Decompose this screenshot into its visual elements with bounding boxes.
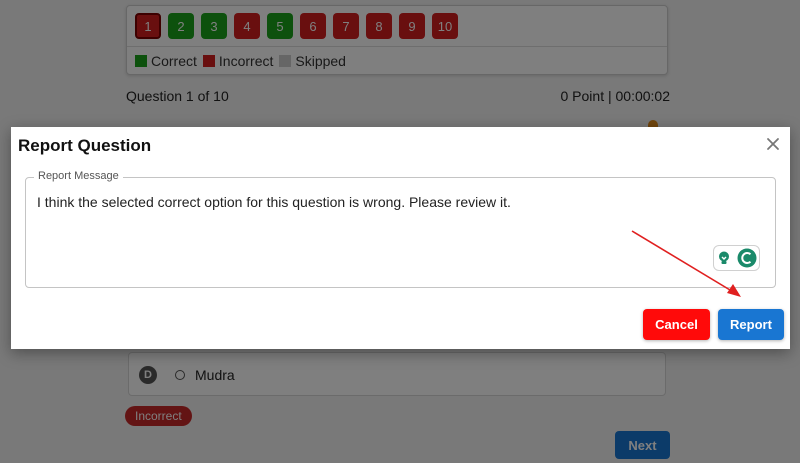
grammar-assistant-icon[interactable]: [737, 248, 757, 268]
report-question-dialog: Report Question Report Message I think t…: [11, 127, 790, 349]
close-icon[interactable]: [765, 136, 781, 152]
dialog-title: Report Question: [18, 136, 152, 155]
writing-assistant-widget[interactable]: [713, 245, 760, 271]
report-message-field[interactable]: Report Message I think the selected corr…: [25, 170, 776, 288]
report-button[interactable]: Report: [718, 309, 784, 340]
cancel-button[interactable]: Cancel: [643, 309, 710, 340]
report-message-label: Report Message: [34, 170, 123, 182]
lightbulb-icon[interactable]: [716, 250, 732, 266]
report-message-input[interactable]: I think the selected correct option for …: [37, 193, 757, 211]
